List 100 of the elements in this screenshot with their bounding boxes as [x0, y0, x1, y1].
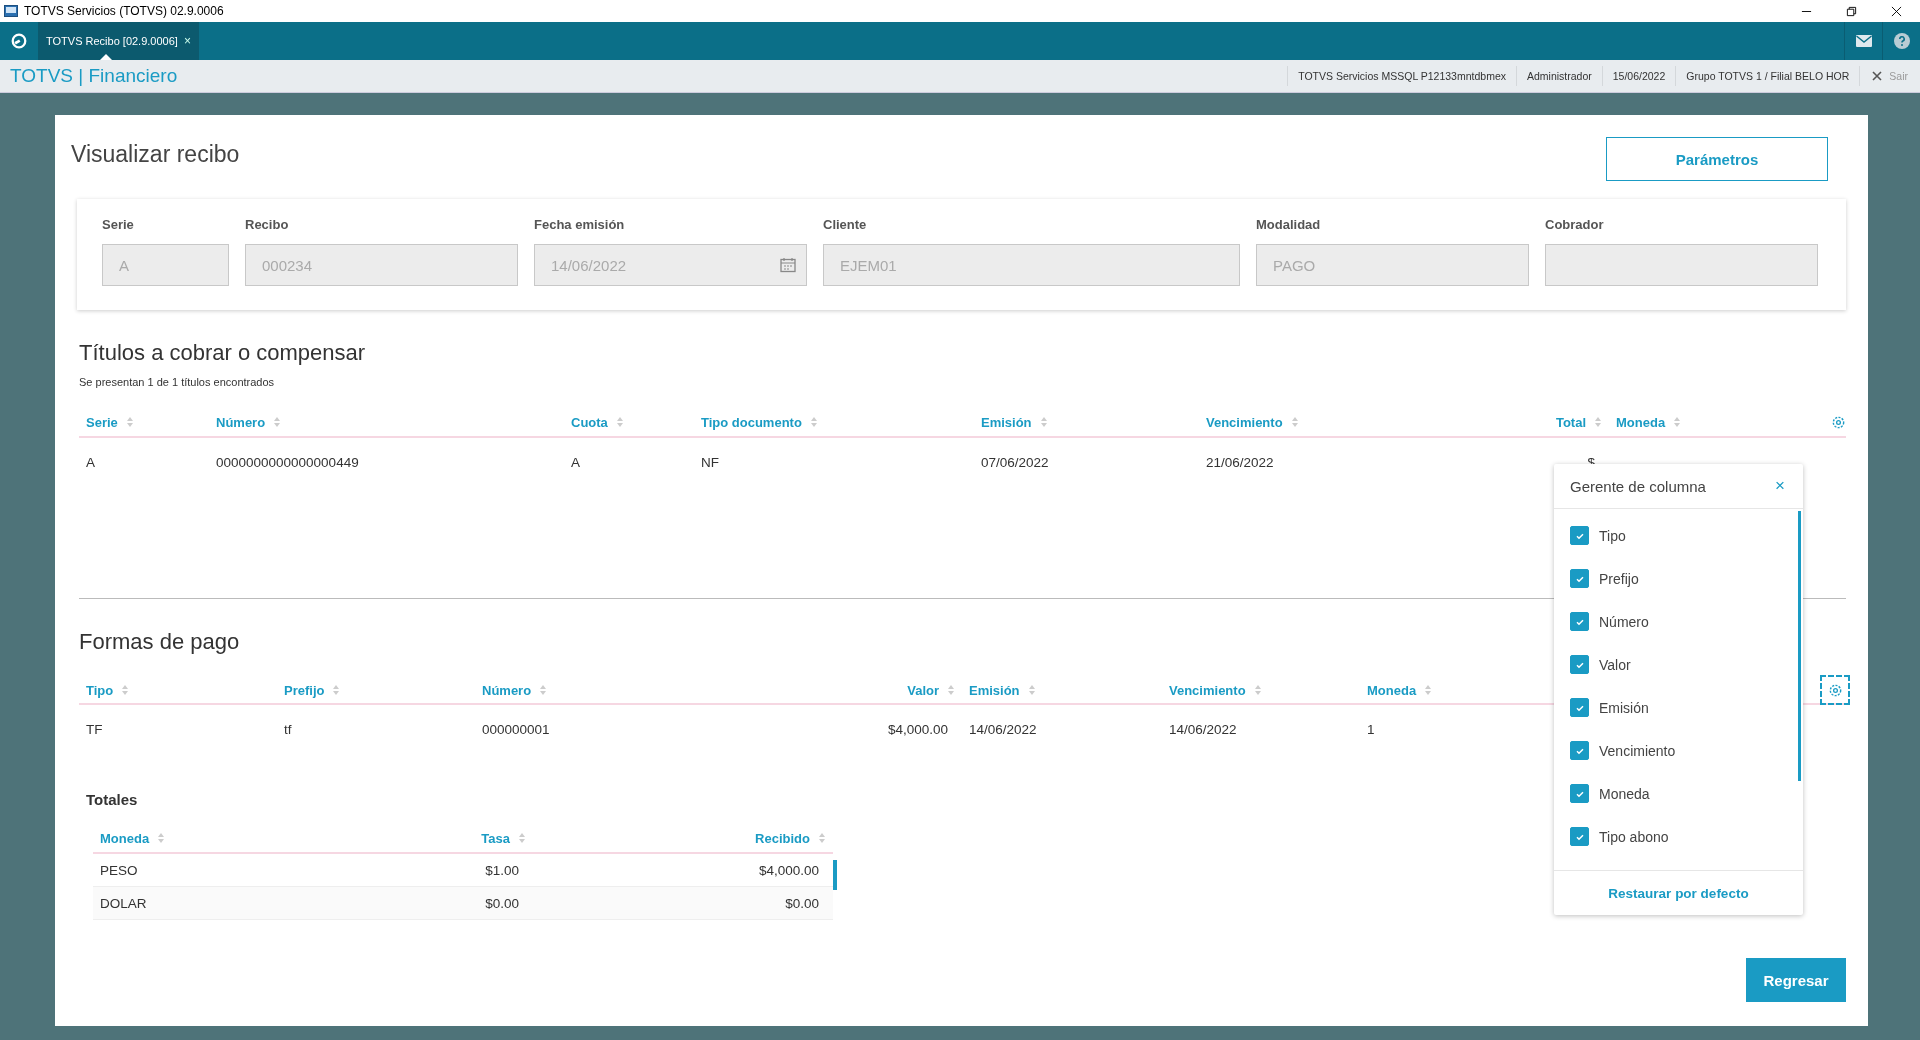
sort-icon[interactable]: [158, 833, 165, 843]
app-icon: [4, 5, 18, 17]
checkbox[interactable]: [1570, 569, 1589, 588]
results-count: Se presentan 1 de 1 títulos encontrados: [79, 376, 275, 388]
app-tab[interactable]: TOTVS Recibo [02.9.0006] ×: [38, 22, 199, 60]
sort-icon[interactable]: [333, 685, 340, 695]
panel-title: Gerente de columna: [1570, 477, 1706, 495]
table-cell-text: A: [85, 454, 96, 470]
checkbox[interactable]: [1570, 698, 1589, 717]
column-header[interactable]: Moneda: [100, 830, 150, 846]
sort-icon[interactable]: [126, 417, 133, 427]
checkbox-label[interactable]: Emisión: [1599, 699, 1649, 716]
scrollbar[interactable]: [833, 860, 837, 890]
calendar-icon: [780, 257, 796, 273]
checkbox[interactable]: [1570, 784, 1589, 803]
checkbox-label[interactable]: Tipo abono: [1599, 828, 1669, 845]
column-header[interactable]: Valor: [907, 682, 939, 698]
sort-icon[interactable]: [1028, 685, 1035, 695]
sort-icon[interactable]: [519, 833, 525, 843]
close-button[interactable]: ×: [1771, 476, 1789, 496]
table-cell-text: 21/06/2022: [1205, 454, 1275, 470]
column-header[interactable]: Moneda: [1616, 414, 1666, 430]
table-cell-text: 14/06/2022: [968, 721, 1038, 737]
checkbox[interactable]: [1570, 526, 1589, 545]
sort-icon[interactable]: [1254, 685, 1261, 695]
table-cell-text: $0.00: [784, 895, 820, 911]
checkbox-label[interactable]: Valor: [1599, 656, 1631, 673]
column-header[interactable]: Emisión: [981, 414, 1032, 430]
table-cell-text: PESO: [99, 862, 139, 878]
checkbox-label[interactable]: Prefijo: [1599, 570, 1639, 587]
sort-icon[interactable]: [1291, 417, 1298, 427]
column-header[interactable]: Emisión: [969, 682, 1020, 698]
column-header[interactable]: Cuota: [571, 414, 608, 430]
input-field[interactable]: 000234: [245, 244, 518, 286]
sort-icon[interactable]: [948, 685, 954, 695]
sort-icon[interactable]: [810, 417, 817, 427]
close-icon[interactable]: [1891, 5, 1902, 17]
date-field[interactable]: 14/06/2022: [534, 244, 807, 286]
sort-icon[interactable]: [1674, 417, 1681, 427]
table-cell-text: 07/06/2022: [980, 454, 1050, 470]
table-cell-text: 000000001: [481, 721, 551, 737]
column-header[interactable]: Número: [216, 414, 266, 430]
table-cell-text: $4,000.00: [757, 862, 820, 878]
input-field[interactable]: A: [102, 244, 229, 286]
field-label: Modalidad: [1256, 217, 1322, 232]
close-icon: [1872, 71, 1883, 81]
checkbox[interactable]: [1570, 655, 1589, 674]
field-label: Recibo: [245, 217, 290, 232]
table-cell-text: 14/06/2022: [1168, 721, 1238, 737]
header-info: Grupo TOTVS 1 / Filial BELO HOR: [1675, 66, 1860, 86]
checkbox[interactable]: [1570, 612, 1589, 631]
column-header[interactable]: Moneda: [1367, 682, 1417, 698]
column-header[interactable]: Total: [1555, 414, 1586, 430]
checkbox-label[interactable]: Vencimiento: [1599, 742, 1676, 759]
table-cell-text: A: [570, 454, 581, 470]
column-header[interactable]: Tipo: [86, 682, 114, 698]
table-cell-text: TF: [85, 721, 104, 737]
column-header[interactable]: Recibido: [755, 830, 810, 846]
column-header[interactable]: Número: [482, 682, 532, 698]
restore-defaults-link[interactable]: Restaurar por defecto: [1602, 884, 1755, 902]
sort-icon[interactable]: [540, 685, 547, 695]
sort-icon[interactable]: [1425, 685, 1432, 695]
checkbox[interactable]: [1570, 741, 1589, 760]
header-info: TOTVS Servicios MSSQL P12133mntdbmex: [1287, 66, 1516, 86]
column-header[interactable]: Vencimiento: [1169, 682, 1246, 698]
input-field[interactable]: [1545, 244, 1818, 286]
column-header[interactable]: Serie: [86, 414, 118, 430]
column-header[interactable]: Tasa: [481, 830, 510, 846]
column-header[interactable]: Tipo documento: [701, 414, 802, 430]
dialog-title: Visualizar recibo: [71, 141, 240, 168]
input-field[interactable]: PAGO: [1256, 244, 1529, 286]
restore-icon[interactable]: [1846, 5, 1857, 17]
field-label: Cobrador: [1545, 217, 1605, 232]
table-cell-text: DOLAR: [99, 895, 148, 911]
scrollbar[interactable]: [1798, 511, 1801, 781]
sort-icon[interactable]: [819, 833, 825, 843]
exit-button[interactable]: Sair: [1859, 66, 1920, 86]
settings-icon[interactable]: [1831, 414, 1846, 430]
field-label: Fecha emisión: [534, 217, 626, 232]
column-header[interactable]: Vencimiento: [1206, 414, 1283, 430]
section-title: Formas de pago: [79, 629, 240, 655]
checkbox-label[interactable]: Moneda: [1599, 785, 1650, 802]
field-label: Serie: [102, 217, 135, 232]
sort-icon[interactable]: [616, 417, 623, 427]
parameters-button[interactable]: Parámetros: [1606, 137, 1828, 181]
input-field[interactable]: EJEM01: [823, 244, 1240, 286]
settings-button[interactable]: [1820, 675, 1850, 705]
sort-icon[interactable]: [1595, 417, 1601, 427]
brand-title: TOTVS | Financiero: [10, 65, 178, 87]
sort-icon[interactable]: [1040, 417, 1047, 427]
sort-icon[interactable]: [122, 685, 129, 695]
field-label: Cliente: [823, 217, 868, 232]
checkbox-label[interactable]: Número: [1599, 613, 1649, 630]
back-button[interactable]: Regresar: [1746, 958, 1846, 1002]
table-cell-text: 0000000000000000449: [215, 454, 360, 470]
table-cell-text: $0.00: [484, 895, 520, 911]
column-header[interactable]: Prefijo: [284, 682, 325, 698]
sort-icon[interactable]: [274, 417, 281, 427]
checkbox[interactable]: [1570, 827, 1589, 846]
checkbox-label[interactable]: Tipo: [1599, 527, 1626, 544]
